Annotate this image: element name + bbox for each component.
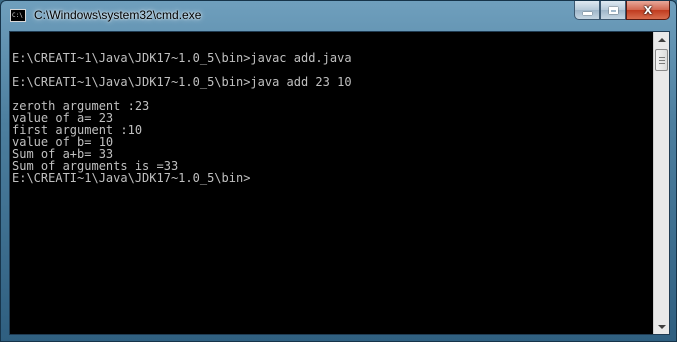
chevron-down-icon [657, 324, 666, 329]
title-bar[interactable]: C:\ C:\Windows\system32\cmd.exe X [1, 1, 676, 31]
grip-line [659, 57, 665, 58]
console-line: E:\CREATI~1\Java\JDK17~1.0_5\bin>javac a… [12, 51, 352, 65]
scroll-up-button[interactable] [654, 32, 669, 47]
grip-line [659, 63, 665, 64]
console-line: E:\CREATI~1\Java\JDK17~1.0_5\bin> [12, 171, 251, 185]
minimize-icon [582, 11, 592, 15]
close-button[interactable]: X [626, 1, 670, 20]
window-controls: X [574, 1, 670, 21]
console-area: E:\CREATI~1\Java\JDK17~1.0_5\bin>javac a… [9, 31, 670, 335]
scrollbar-thumb[interactable] [655, 49, 668, 71]
grip-line [659, 60, 665, 61]
scroll-down-button[interactable] [654, 319, 669, 334]
vertical-scrollbar[interactable] [653, 32, 669, 334]
maximize-button[interactable] [600, 1, 626, 20]
cmd-window: C:\ C:\Windows\system32\cmd.exe X E:\CRE… [0, 0, 677, 342]
maximize-icon [608, 6, 618, 14]
window-title: C:\Windows\system32\cmd.exe [34, 8, 202, 22]
cmd-icon[interactable]: C:\ [10, 9, 26, 22]
close-icon: X [643, 3, 653, 17]
console-output[interactable]: E:\CREATI~1\Java\JDK17~1.0_5\bin>javac a… [10, 32, 653, 334]
minimize-button[interactable] [574, 1, 600, 20]
console-line: E:\CREATI~1\Java\JDK17~1.0_5\bin>java ad… [12, 75, 352, 89]
chevron-up-icon [657, 37, 666, 42]
